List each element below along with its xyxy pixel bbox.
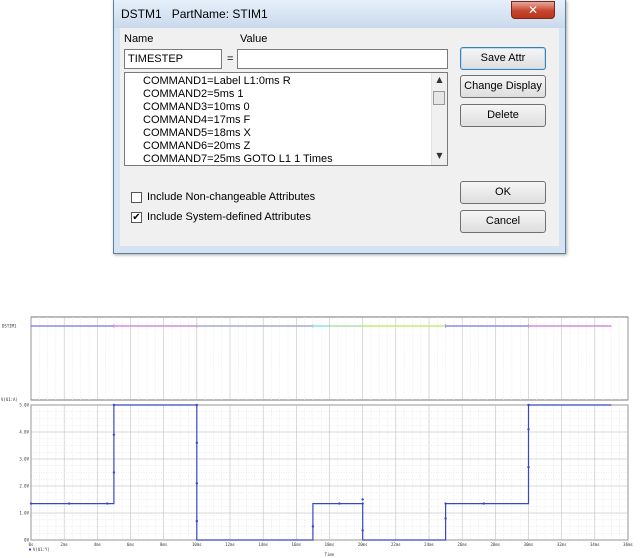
list-scrollbar[interactable]: ▲ ▼ — [431, 73, 447, 165]
x-tick-label: 22ms — [391, 542, 401, 547]
data-point — [311, 525, 315, 528]
legend-marker — [29, 548, 31, 551]
x-tick-label: 36ms — [623, 542, 633, 547]
x-tick-label: 16ms — [292, 542, 302, 547]
close-button[interactable]: ✕ — [511, 1, 555, 19]
data-point — [112, 471, 116, 474]
list-item[interactable]: COMMAND1=Label L1:0ms R — [143, 75, 333, 88]
value-field[interactable] — [237, 49, 448, 69]
x-tick-label: 24ms — [424, 542, 434, 547]
system-defined-checkbox[interactable]: ✔ — [131, 212, 142, 223]
data-point — [195, 441, 199, 444]
x-tick-label: 26ms — [457, 542, 467, 547]
non-changeable-checkbox[interactable] — [131, 192, 142, 203]
data-point — [112, 403, 116, 407]
data-point — [361, 498, 364, 501]
data-point — [361, 529, 364, 532]
x-tick-label: 14ms — [258, 542, 268, 547]
data-point — [195, 482, 199, 485]
plot-background — [0, 300, 642, 558]
name-header: Name — [124, 33, 154, 45]
x-tick-label: 10ms — [192, 542, 202, 547]
x-tick-label: 32ms — [557, 542, 567, 547]
analog-trace-label: V(U1:A) — [1, 397, 18, 402]
digital-trace-label: DSTIM1 — [2, 324, 17, 329]
x-tick-label: 28ms — [491, 542, 501, 547]
data-point — [112, 433, 116, 436]
x-axis-label: Time — [325, 552, 335, 557]
list-item[interactable]: COMMAND4=17ms F — [143, 114, 333, 127]
change-display-button[interactable]: Change Display — [460, 75, 546, 98]
up-arrow-icon[interactable]: ▲ — [432, 73, 447, 87]
x-tick-label: 6ms — [127, 542, 135, 547]
dialog-titlebar[interactable]: DSTM1 PartName: STIM1 ✕ — [114, 0, 565, 28]
attribute-list-items: COMMAND1=Label L1:0ms R COMMAND2=5ms 1 COM… — [143, 75, 333, 165]
x-tick-label: 12ms — [225, 542, 235, 547]
down-arrow-icon[interactable]: ▼ — [432, 149, 447, 163]
y-tick-label: 5.0V — [19, 403, 29, 408]
data-point — [67, 502, 71, 505]
data-point — [29, 502, 33, 505]
system-defined-label: Include System-defined Attributes — [147, 211, 311, 223]
data-point — [444, 517, 447, 520]
x-tick-label: 8ms — [160, 542, 168, 547]
y-tick-label: 1.0V — [19, 511, 29, 516]
non-changeable-label: Include Non-changeable Attributes — [147, 191, 316, 203]
data-point — [338, 502, 341, 505]
delete-button[interactable]: Delete — [460, 104, 546, 127]
list-item[interactable]: COMMAND3=10ms 0 — [143, 101, 333, 114]
x-tick-label: 30ms — [524, 542, 534, 547]
close-icon: ✕ — [527, 3, 539, 17]
data-point — [527, 465, 530, 469]
value-header: Value — [240, 33, 268, 45]
data-point — [527, 403, 530, 407]
dialog-body: Name Value TIMESTEP = COMMAND1=Label L1:… — [120, 28, 559, 246]
attributes-dialog: DSTM1 PartName: STIM1 ✕ Name Value TIMES… — [113, 0, 566, 254]
name-field[interactable]: TIMESTEP — [124, 49, 222, 69]
list-item[interactable]: COMMAND7=25ms GOTO L1 1 Times — [143, 153, 333, 165]
cancel-button[interactable]: Cancel — [460, 210, 546, 233]
data-point — [527, 428, 530, 431]
list-item[interactable]: COMMAND6=20ms Z — [143, 140, 333, 153]
data-point — [195, 403, 199, 407]
data-point — [482, 502, 485, 505]
data-point — [106, 502, 109, 505]
x-tick-label: 20ms — [358, 542, 368, 547]
dialog-title: DSTM1 PartName: STIM1 — [121, 7, 268, 21]
y-tick-label: 3.0V — [19, 457, 29, 462]
attribute-list[interactable]: COMMAND1=Label L1:0ms R COMMAND2=5ms 1 COM… — [124, 72, 448, 166]
y-tick-label: 4.0V — [19, 430, 29, 435]
data-point — [361, 502, 364, 505]
y-tick-label: 0V — [24, 538, 29, 543]
y-tick-label: 2.0V — [19, 484, 29, 489]
scroll-thumb[interactable] — [433, 91, 445, 105]
legend-entry: V(U1:Y) — [33, 547, 50, 552]
save-attr-button[interactable]: Save Attr — [460, 47, 546, 70]
x-tick-label: 18ms — [325, 542, 335, 547]
list-item[interactable]: COMMAND5=18ms X — [143, 127, 333, 140]
data-point — [444, 502, 447, 505]
waveform-plot: 0s 2ms 4ms 6ms 8ms 10ms 12ms 14ms 16ms 18ms 20ms 22… — [0, 300, 642, 558]
equals-sign: = — [227, 53, 234, 65]
x-tick-label: 34ms — [590, 542, 600, 547]
x-tick-label: 2ms — [61, 542, 69, 547]
ok-button[interactable]: OK — [460, 181, 546, 204]
data-point — [195, 519, 199, 523]
list-item[interactable]: COMMAND2=5ms 1 — [143, 88, 333, 101]
x-tick-label: 4ms — [94, 542, 102, 547]
